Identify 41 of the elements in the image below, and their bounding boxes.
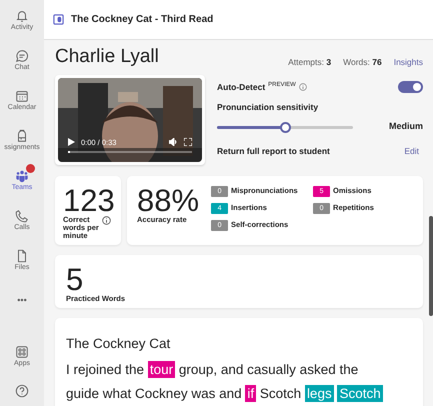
info-icon bbox=[102, 216, 111, 225]
apps-icon bbox=[15, 345, 29, 359]
return-report-label: Return full report to student bbox=[217, 144, 330, 158]
student-name: Charlie Lyall bbox=[55, 46, 159, 69]
passage-text: group, and casually asked the bbox=[178, 362, 358, 377]
fullscreen-icon[interactable] bbox=[184, 138, 192, 146]
highlighted-word: Scotch bbox=[337, 384, 383, 402]
backpack-icon bbox=[15, 129, 29, 143]
reading-icon bbox=[53, 14, 64, 25]
bell-icon bbox=[15, 9, 29, 23]
sensitivity-value: Medium bbox=[388, 120, 423, 134]
sensitivity-label: Pronunciation sensitivity bbox=[217, 100, 320, 114]
people-icon bbox=[15, 169, 29, 183]
passage-text: Scotch bbox=[260, 386, 302, 401]
chat-icon bbox=[15, 49, 29, 63]
info-icon bbox=[298, 83, 307, 92]
video-progress-bar[interactable] bbox=[68, 150, 192, 153]
accuracy-value: 88% bbox=[137, 184, 200, 216]
play-icon[interactable] bbox=[68, 138, 75, 146]
auto-detect-label: Auto-Detect bbox=[217, 80, 266, 94]
help-icon[interactable] bbox=[15, 384, 29, 398]
words-count: Words: 76 bbox=[343, 56, 382, 69]
calendar-icon bbox=[15, 89, 29, 103]
attempts-count: Attempts: 3 bbox=[288, 56, 332, 69]
edit-link[interactable]: Edit bbox=[404, 144, 419, 158]
practiced-value: 5 bbox=[66, 264, 84, 295]
highlighted-word: legs bbox=[304, 384, 334, 402]
volume-icon[interactable] bbox=[169, 138, 178, 146]
highlighted-word: tour bbox=[148, 360, 176, 378]
auto-detect-toggle[interactable] bbox=[398, 81, 423, 94]
passage-text: I rejoined the bbox=[66, 362, 144, 377]
page-title: The Cockney Cat - Third Read bbox=[71, 13, 214, 27]
passage-title: The Cockney Cat bbox=[66, 334, 172, 353]
highlighted-word: if bbox=[245, 384, 256, 402]
wpm-value: 123 bbox=[63, 184, 113, 216]
file-icon bbox=[15, 249, 29, 263]
scrollbar[interactable] bbox=[429, 216, 433, 316]
phone-icon bbox=[15, 209, 29, 223]
passage-text: guide what Cockney was and bbox=[66, 386, 242, 401]
insights-link[interactable]: Insights bbox=[394, 56, 423, 69]
rail-item[interactable]: ••• bbox=[0, 280, 44, 320]
